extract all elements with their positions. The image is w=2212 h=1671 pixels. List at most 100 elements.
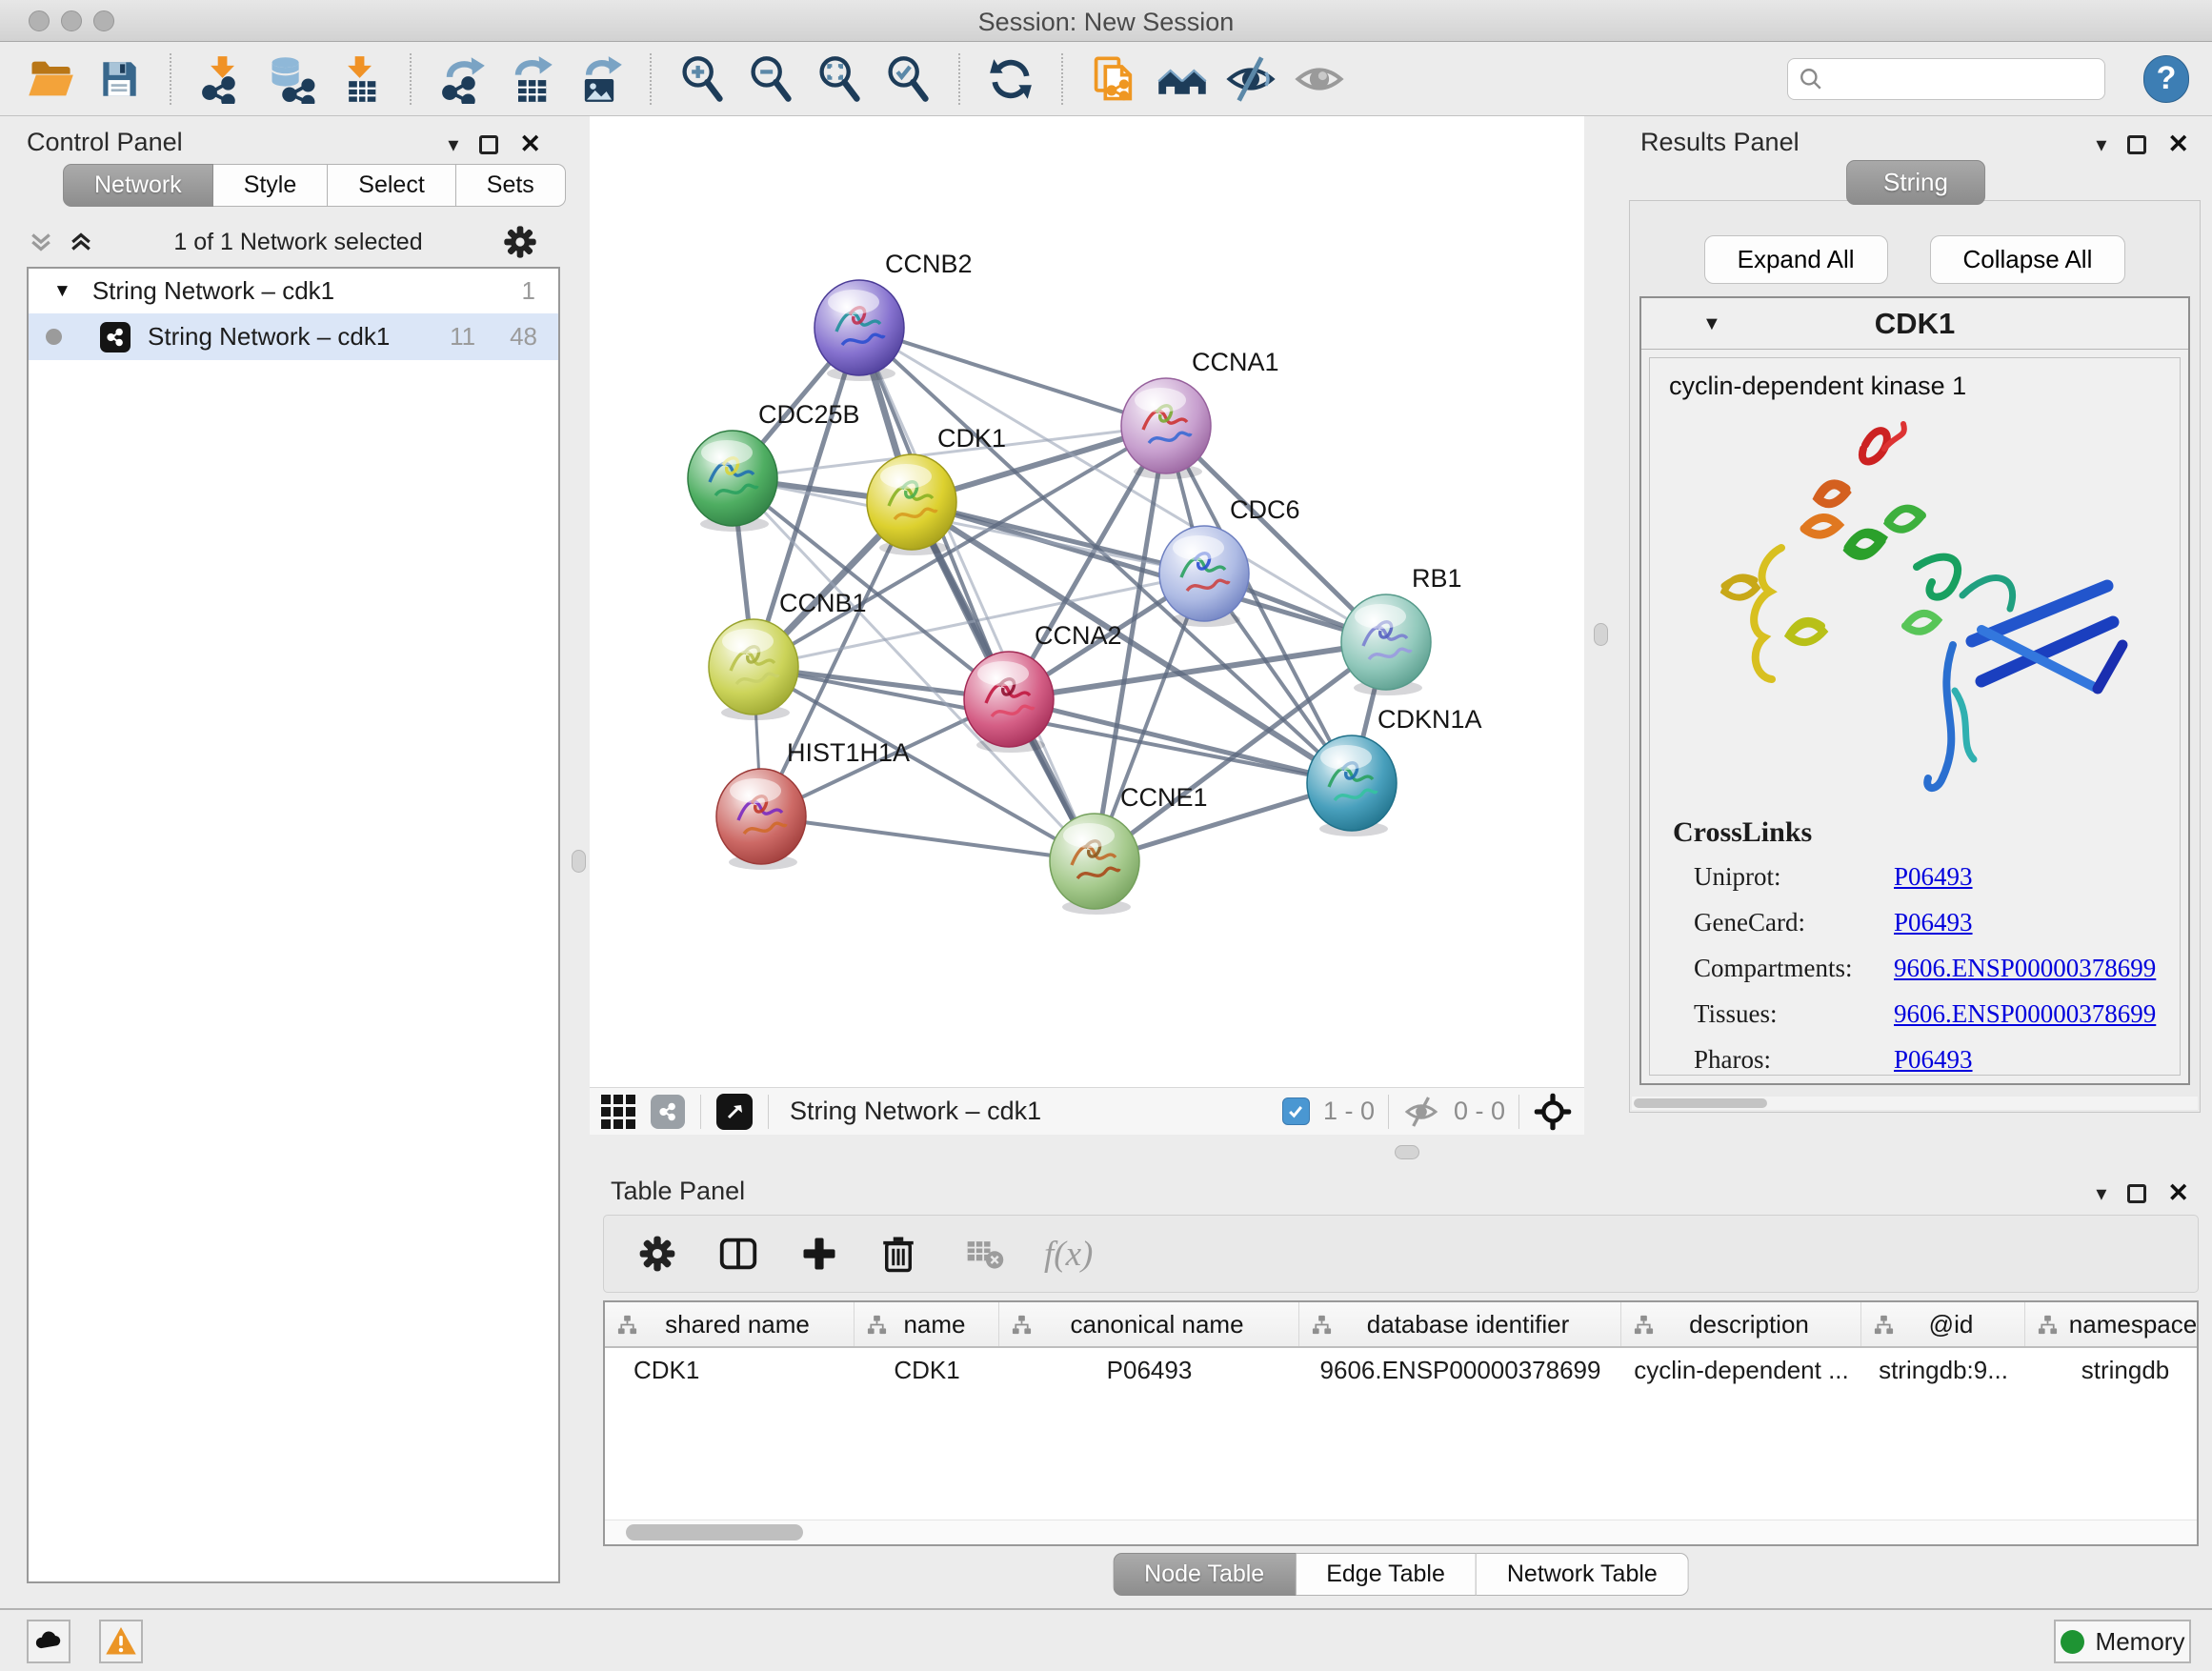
cloud-status-button[interactable]: [27, 1620, 70, 1663]
right-splitter-handle[interactable]: [1594, 623, 1608, 646]
bottom-splitter-handle[interactable]: [1395, 1145, 1419, 1159]
gene-entry-header[interactable]: ▼ CDK1: [1641, 298, 2188, 350]
selected-checkbox-icon[interactable]: [1282, 1097, 1310, 1125]
memory-button[interactable]: Memory: [2054, 1620, 2191, 1663]
tab-network-table[interactable]: Network Table: [1477, 1553, 1689, 1596]
delete-column-trash-icon[interactable]: [878, 1234, 918, 1274]
tab-style[interactable]: Style: [213, 164, 329, 207]
network-edge-CCNB2-CCNA1[interactable]: [859, 328, 1166, 426]
tab-node-table[interactable]: Node Table: [1113, 1553, 1296, 1596]
network-list-header: 1 of 1 Network selected: [27, 221, 539, 263]
network-node-cdk1[interactable]: CDK1: [867, 424, 1006, 555]
save-session-button[interactable]: [91, 50, 147, 108]
tab-edge-table[interactable]: Edge Table: [1296, 1553, 1477, 1596]
column-header-description[interactable]: description: [1621, 1302, 1861, 1346]
hide-selected-button[interactable]: [1223, 50, 1278, 108]
export-table-button[interactable]: [503, 50, 558, 108]
crosslink-link[interactable]: P06493: [1894, 908, 2180, 937]
birdseye-view-icon[interactable]: [716, 1094, 753, 1130]
network-collection-row[interactable]: ▼ String Network – cdk1 1: [29, 269, 558, 313]
gene-entry-box: ▼ CDK1 cyclin-dependent kinase 1: [1639, 296, 2190, 1085]
zoom-out-button[interactable]: [743, 50, 798, 108]
panel-float-icon[interactable]: [479, 135, 498, 154]
gear-icon[interactable]: [501, 223, 539, 261]
fit-selected-crosshair-icon[interactable]: [1533, 1092, 1573, 1132]
panel-close-icon[interactable]: ✕: [519, 130, 541, 159]
column-header-database-identifier[interactable]: database identifier: [1299, 1302, 1621, 1346]
scrollbar-thumb[interactable]: [626, 1524, 803, 1540]
panel-menu-icon[interactable]: ▾: [2096, 1181, 2106, 1206]
show-columns-icon[interactable]: [716, 1232, 760, 1276]
column-header-shared-name[interactable]: shared name: [605, 1302, 855, 1346]
panel-float-icon[interactable]: [2127, 1184, 2146, 1203]
network-node-ccnb1[interactable]: CCNB1: [709, 589, 867, 720]
column-header-canonical-name[interactable]: canonical name: [999, 1302, 1299, 1346]
network-node-cdkn1a[interactable]: CDKN1A: [1307, 705, 1482, 836]
table-cell: CDK1: [605, 1356, 855, 1385]
panel-close-icon[interactable]: ✕: [2167, 1178, 2189, 1208]
import-network-button[interactable]: [194, 50, 250, 108]
crosslink-link[interactable]: P06493: [1894, 1045, 2180, 1075]
import-table-button[interactable]: [332, 50, 387, 108]
network-view-mode-icon[interactable]: [651, 1095, 685, 1129]
zoom-in-button[interactable]: [674, 50, 730, 108]
string-results-box: Expand All Collapse All ▼ CDK1 cyclin-de…: [1629, 200, 2201, 1113]
import-network-from-database-button[interactable]: [263, 50, 318, 108]
panel-menu-icon[interactable]: ▾: [448, 132, 458, 157]
network-graph[interactable]: CCNB2CCNA1CDC25BCDK1CDC6RB1CCNB1CCNA2CDK…: [590, 116, 1584, 1087]
expand-all-icon[interactable]: [67, 228, 95, 256]
collapse-all-icon[interactable]: [27, 228, 55, 256]
tab-select[interactable]: Select: [328, 164, 455, 207]
tab-sets[interactable]: Sets: [456, 164, 566, 207]
tree-expander-icon[interactable]: ▼: [53, 281, 71, 302]
node-label-cdk1: CDK1: [937, 424, 1006, 453]
apply-layout-button[interactable]: [983, 50, 1038, 108]
search-input[interactable]: [1787, 58, 2105, 100]
table-row[interactable]: CDK1CDK1P064939606.ENSP00000378699cyclin…: [605, 1348, 2197, 1392]
panel-float-icon[interactable]: [2127, 135, 2146, 154]
crosslink-link[interactable]: 9606.ENSP00000378699: [1894, 999, 2180, 1029]
clone-network-button[interactable]: [1086, 50, 1141, 108]
tab-string[interactable]: String: [1846, 160, 1985, 205]
expand-all-button[interactable]: Expand All: [1704, 235, 1888, 284]
delete-table-icon-disabled: [964, 1233, 1006, 1275]
grid-view-icon[interactable]: [601, 1095, 635, 1129]
network-node-rb1[interactable]: RB1: [1341, 564, 1462, 695]
panel-close-icon[interactable]: ✕: [2167, 130, 2189, 159]
add-column-icon[interactable]: [798, 1233, 840, 1275]
collapse-all-button[interactable]: Collapse All: [1930, 235, 2126, 284]
crosslink-link[interactable]: 9606.ENSP00000378699: [1894, 954, 2180, 983]
node-table: shared namenamecanonical namedatabase id…: [603, 1300, 2199, 1546]
network-row-selected[interactable]: String Network – cdk1 11 48: [29, 313, 558, 360]
panel-menu-icon[interactable]: ▾: [2096, 132, 2106, 157]
scrollbar-thumb[interactable]: [1634, 1098, 1767, 1108]
help-button[interactable]: ?: [2143, 55, 2189, 103]
network-view[interactable]: CCNB2CCNA1CDC25BCDK1CDC6RB1CCNB1CCNA2CDK…: [590, 116, 1584, 1135]
open-session-button[interactable]: [23, 50, 78, 108]
warnings-button[interactable]: [99, 1620, 143, 1663]
column-header--id[interactable]: @id: [1861, 1302, 2025, 1346]
network-node-hist1h1a[interactable]: HIST1H1A: [716, 738, 910, 870]
network-edge-CCNA2-RB1[interactable]: [1009, 642, 1386, 699]
crosslink-link[interactable]: P06493: [1894, 862, 2180, 892]
table-horizontal-scrollbar[interactable]: [605, 1520, 2197, 1544]
network-node-cdc6[interactable]: CDC6: [1159, 495, 1300, 627]
network-current-dot-icon: [46, 329, 62, 345]
export-image-button[interactable]: [572, 50, 627, 108]
zoom-selected-button[interactable]: [880, 50, 935, 108]
network-edge-CCNB2-CDKN1A[interactable]: [859, 328, 1352, 783]
network-edge-CCNE1-HIST1H1A[interactable]: [761, 816, 1095, 861]
show-all-networks-button[interactable]: [1155, 50, 1210, 108]
export-network-button[interactable]: [434, 50, 490, 108]
left-splitter-handle[interactable]: [572, 850, 586, 873]
gene-description: cyclin-dependent kinase 1: [1650, 358, 2180, 401]
column-header-namespace[interactable]: namespace: [2025, 1302, 2199, 1346]
tab-network[interactable]: Network: [63, 164, 213, 207]
results-horizontal-scrollbar[interactable]: [1632, 1097, 2198, 1110]
zoom-fit-button[interactable]: [812, 50, 867, 108]
table-gear-icon[interactable]: [636, 1233, 678, 1275]
column-header-name[interactable]: name: [855, 1302, 999, 1346]
show-hidden-button[interactable]: [1292, 50, 1347, 108]
network-node-ccne1[interactable]: CCNE1: [1050, 783, 1208, 915]
gene-expander-icon[interactable]: ▼: [1702, 313, 1721, 335]
